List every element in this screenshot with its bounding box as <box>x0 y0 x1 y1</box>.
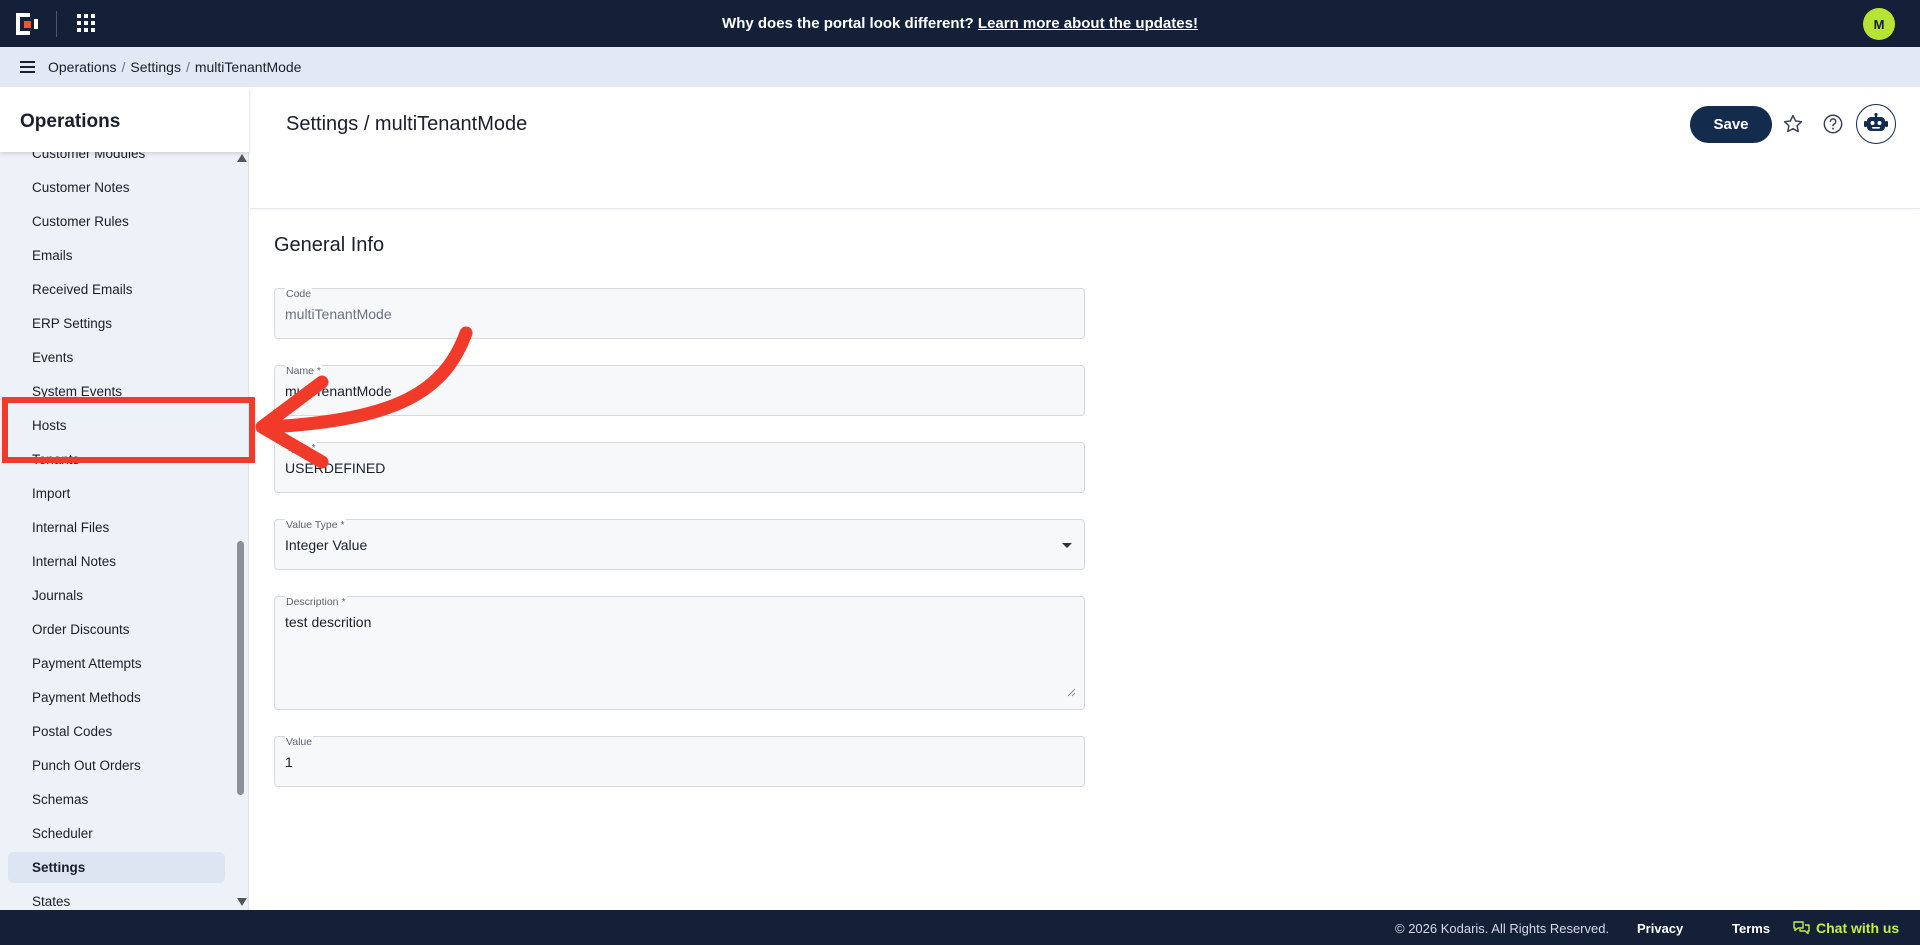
sidebar-item-label: Received Emails <box>32 282 133 297</box>
sidebar-item-postal-codes[interactable]: Postal Codes <box>8 716 225 747</box>
sidebar-item-payment-methods[interactable]: Payment Methods <box>8 682 225 713</box>
sidebar-item-customer-rules[interactable]: Customer Rules <box>8 206 225 237</box>
value-type-label: Value Type * <box>285 519 346 531</box>
footer: © 2026 Kodaris. All Rights Reserved. Pri… <box>0 910 1920 945</box>
sidebar: Operations Customer Modules Customer Not… <box>0 87 249 910</box>
help-icon[interactable] <box>1822 113 1844 135</box>
scrollbar-thumb[interactable] <box>237 541 244 795</box>
sidebar-list[interactable]: Customer Modules Customer Notes Customer… <box>0 152 235 910</box>
sidebar-item-journals[interactable]: Journals <box>8 580 225 611</box>
value-type-value: Integer Value <box>285 537 368 553</box>
sidebar-item-import[interactable]: Import <box>8 478 225 509</box>
sidebar-item-label: ERP Settings <box>32 316 113 331</box>
page-header: Settings / multiTenantMode Save <box>250 87 1920 209</box>
scroll-up-icon[interactable] <box>237 154 247 162</box>
sidebar-item-label: Customer Modules <box>32 152 146 161</box>
code-field[interactable]: Code multiTenantMode <box>274 288 1085 339</box>
sidebar-item-schemas[interactable]: Schemas <box>8 784 225 815</box>
assistant-bot-icon[interactable] <box>1856 104 1896 144</box>
menu-icon[interactable] <box>20 61 35 73</box>
sidebar-scrollbar[interactable] <box>235 152 247 910</box>
chat-icon <box>1793 920 1810 934</box>
chat-button[interactable]: Chat with us <box>1793 920 1899 936</box>
announcement-text: Why does the portal look different? <box>722 15 974 32</box>
page-title: Settings / multiTenantMode <box>286 113 528 135</box>
sidebar-item-label: Postal Codes <box>32 724 113 739</box>
announcement-banner: Why does the portal look different? Lear… <box>0 15 1920 32</box>
value-label: Value <box>285 736 314 748</box>
name-field[interactable]: Name * multiTenantMode <box>274 365 1085 416</box>
sidebar-item-label: Customer Notes <box>32 180 130 195</box>
sidebar-item-label: Settings <box>32 860 86 875</box>
top-bar: Why does the portal look different? Lear… <box>0 0 1920 47</box>
name-label: Name * <box>285 365 323 377</box>
star-icon[interactable] <box>1782 113 1804 135</box>
scroll-down-icon[interactable] <box>237 898 247 906</box>
breadcrumb-separator: / <box>185 59 190 75</box>
sidebar-item-label: Payment Methods <box>32 690 141 705</box>
breadcrumb-current: multiTenantMode <box>194 59 302 75</box>
sidebar-item-label: Emails <box>32 248 73 263</box>
sidebar-item-label: Internal Files <box>32 520 110 535</box>
sidebar-item-label: Punch Out Orders <box>32 758 141 773</box>
description-textarea[interactable]: Description * test descrition <box>274 596 1085 710</box>
type-label: Type * <box>285 442 317 454</box>
breadcrumb-bar: Operations / Settings / multiTenantMode <box>0 47 1920 87</box>
sidebar-item-states[interactable]: States <box>8 886 225 910</box>
sidebar-item-internal-files[interactable]: Internal Files <box>8 512 225 543</box>
sidebar-item-scheduler[interactable]: Scheduler <box>8 818 225 849</box>
sidebar-item-customer-notes[interactable]: Customer Notes <box>8 172 225 203</box>
save-button[interactable]: Save <box>1690 106 1772 143</box>
sidebar-item-label: Import <box>32 486 71 501</box>
code-value: multiTenantMode <box>285 306 392 322</box>
sidebar-item-punch-out-orders[interactable]: Punch Out Orders <box>8 750 225 781</box>
sidebar-item-settings[interactable]: Settings <box>8 852 225 883</box>
sidebar-item-customer-modules[interactable]: Customer Modules <box>8 152 225 169</box>
user-avatar[interactable]: M <box>1863 8 1895 40</box>
sidebar-item-emails[interactable]: Emails <box>8 240 225 271</box>
sidebar-title: Operations <box>20 111 121 132</box>
sidebar-item-label: States <box>32 894 71 909</box>
sidebar-item-order-discounts[interactable]: Order Discounts <box>8 614 225 645</box>
resize-handle-icon[interactable] <box>1067 688 1076 697</box>
value-value: 1 <box>285 754 293 770</box>
description-value: test descrition <box>285 614 372 630</box>
sidebar-item-label: Internal Notes <box>32 554 117 569</box>
robot-icon <box>1864 113 1888 131</box>
chevron-down-icon[interactable] <box>1062 543 1072 548</box>
sidebar-item-payment-attempts[interactable]: Payment Attempts <box>8 648 225 679</box>
breadcrumb-separator: / <box>121 59 126 75</box>
breadcrumb-operations[interactable]: Operations <box>48 59 116 75</box>
chat-label: Chat with us <box>1816 920 1900 936</box>
code-label: Code <box>285 288 313 300</box>
name-value: multiTenantMode <box>285 383 392 399</box>
sidebar-item-label: Schemas <box>32 792 89 807</box>
type-value: USERDEFINED <box>285 460 386 476</box>
copyright-text: © 2026 Kodaris. All Rights Reserved. <box>1395 921 1610 936</box>
section-title: General Info <box>274 234 385 256</box>
sidebar-item-label: Order Discounts <box>32 622 130 637</box>
announcement-link[interactable]: Learn more about the updates! <box>978 15 1198 32</box>
sidebar-item-events[interactable]: Events <box>8 342 225 373</box>
value-field[interactable]: Value 1 <box>274 736 1085 787</box>
sidebar-item-label: Events <box>32 350 74 365</box>
sidebar-item-label: Customer Rules <box>32 214 129 229</box>
sidebar-item-internal-notes[interactable]: Internal Notes <box>8 546 225 577</box>
privacy-link[interactable]: Privacy <box>1637 921 1683 936</box>
breadcrumb-settings[interactable]: Settings <box>130 59 181 75</box>
breadcrumb: Operations / Settings / multiTenantMode <box>48 59 301 75</box>
annotation-highlight-box <box>2 397 255 463</box>
sidebar-item-erp-settings[interactable]: ERP Settings <box>8 308 225 339</box>
sidebar-header: Operations <box>0 87 249 152</box>
sidebar-item-label: Scheduler <box>32 826 93 841</box>
value-type-select[interactable]: Value Type * Integer Value <box>274 519 1085 570</box>
terms-link[interactable]: Terms <box>1732 921 1770 936</box>
type-field[interactable]: Type * USERDEFINED <box>274 442 1085 493</box>
sidebar-item-label: Payment Attempts <box>32 656 142 671</box>
sidebar-item-label: Journals <box>32 588 84 603</box>
description-label: Description * <box>285 596 347 608</box>
sidebar-item-received-emails[interactable]: Received Emails <box>8 274 225 305</box>
